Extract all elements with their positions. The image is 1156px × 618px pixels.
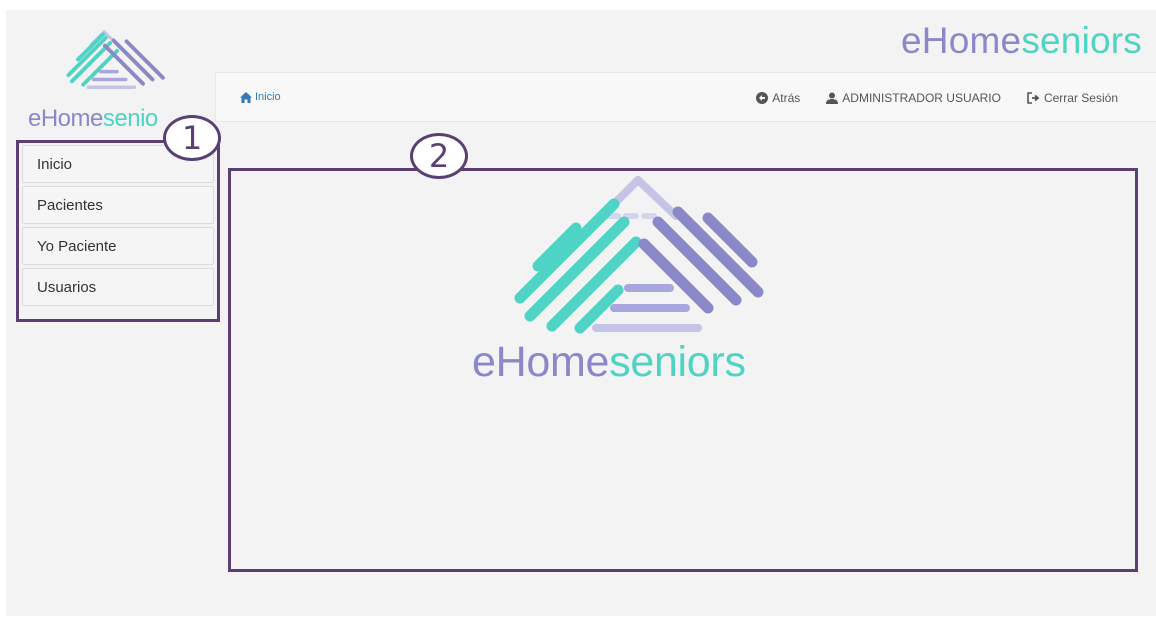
- sidebar-item-pacientes[interactable]: Pacientes: [22, 186, 214, 224]
- log-out-icon: [1027, 92, 1040, 104]
- back-button[interactable]: Atrás: [756, 91, 800, 105]
- nav-home-link[interactable]: Inicio: [240, 91, 281, 103]
- brand-title: eHomeseniors: [901, 20, 1142, 61]
- house-stripes-logo-icon: [66, 30, 165, 89]
- nav-home-label: Inicio: [255, 91, 281, 103]
- user-menu[interactable]: ADMINISTRADOR USUARIO: [826, 91, 1001, 105]
- logout-button[interactable]: Cerrar Sesión: [1027, 91, 1118, 105]
- nav-right-group: Atrás ADMINISTRADOR USUARIO Cerrar Sesió…: [756, 91, 1118, 105]
- sidebar-menu: Inicio Pacientes Yo Paciente Usuarios: [16, 140, 220, 322]
- sidebar-item-yo-paciente[interactable]: Yo Paciente: [22, 227, 214, 265]
- house-stripes-logo-icon-large: [514, 176, 764, 334]
- top-navbar: Inicio Atrás ADMINISTRADOR USUARIO Cerra…: [215, 72, 1156, 122]
- logout-label: Cerrar Sesión: [1043, 91, 1118, 105]
- user-icon: [826, 92, 839, 104]
- page: eHomesenio eHomeseniors Inicio Atrás ADM…: [6, 10, 1156, 616]
- callout-1: 1: [163, 115, 221, 161]
- sidebar-logo-text: eHomesenio: [28, 105, 158, 132]
- user-label: ADMINISTRADOR USUARIO: [842, 91, 1001, 105]
- callout-2: 2: [410, 133, 468, 179]
- main-brand-text: eHomeseniors: [472, 338, 746, 386]
- circle-arrow-left-icon: [756, 92, 769, 104]
- back-label: Atrás: [772, 91, 801, 105]
- sidebar-item-usuarios[interactable]: Usuarios: [22, 268, 214, 306]
- home-icon: [240, 91, 252, 103]
